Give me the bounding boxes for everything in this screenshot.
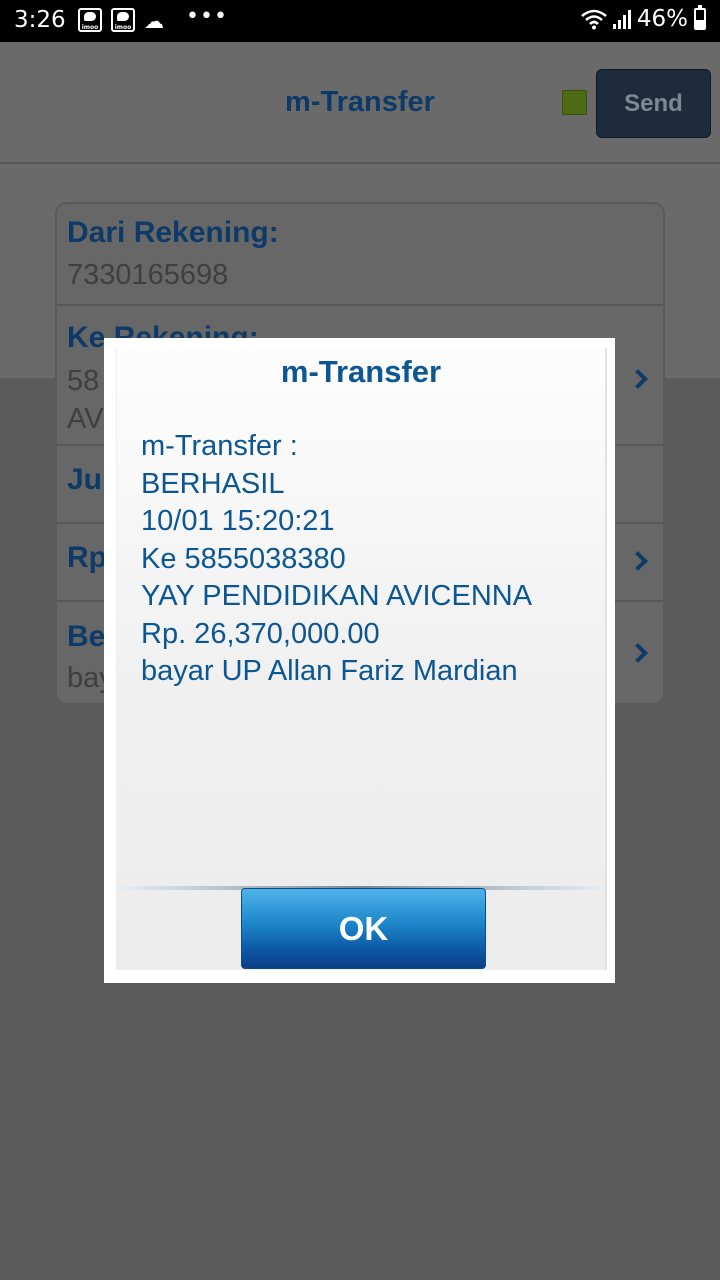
ok-button[interactable]: OK — [241, 888, 486, 969]
app-header: m-Transfer Send — [0, 42, 720, 164]
status-time: 3:26 — [14, 7, 66, 33]
from-account-row[interactable]: Dari Rekening: 7330165698 — [57, 204, 663, 306]
amount-type-label: Ju — [67, 463, 103, 496]
signal-icon — [612, 9, 631, 29]
status-indicator — [562, 90, 587, 115]
message-line: m-Transfer : — [141, 430, 298, 462]
message-line: bayar UP Allan Fariz Mardian — [141, 655, 518, 687]
result-dialog: m-Transfer m-Transfer : BERHASIL 10/01 1… — [104, 338, 615, 983]
message-line: BERHASIL — [141, 467, 285, 500]
to-account-name: AV — [67, 403, 104, 435]
chevron-right-icon — [628, 369, 648, 389]
imoo-icon: imoo — [78, 8, 102, 32]
more-dots-icon: ••• — [186, 4, 228, 29]
message-line: Ke 5855038380 — [141, 542, 346, 575]
status-bar: 3:26 imoo imoo ☁ ••• 46% — [0, 0, 720, 42]
battery-icon — [694, 5, 706, 30]
note-label: Be — [67, 620, 106, 653]
wifi-icon — [581, 9, 607, 30]
message-line: 10/01 15:20:21 — [141, 505, 335, 537]
cloud-upload-icon: ☁ — [144, 9, 164, 33]
amount-label: Rp — [67, 541, 107, 574]
dialog-panel: m-Transfer m-Transfer : BERHASIL 10/01 1… — [116, 348, 607, 970]
chevron-right-icon — [628, 551, 648, 571]
to-account-value: 58 — [67, 365, 100, 397]
dialog-title: m-Transfer — [280, 354, 442, 389]
from-account-label: Dari Rekening: — [67, 216, 279, 249]
send-button[interactable]: Send — [596, 69, 711, 138]
imoo-icon: imoo — [111, 8, 135, 32]
message-line: YAY PENDIDIKAN AVICENNA — [141, 580, 533, 612]
dialog-message: m-Transfer : BERHASIL 10/01 15:20:21 Ke … — [141, 428, 595, 691]
battery-percent: 46% — [636, 6, 688, 32]
from-account-value: 7330165698 — [67, 259, 229, 291]
chevron-right-icon — [628, 643, 648, 663]
message-line: Rp. 26,370,000.00 — [141, 617, 380, 650]
